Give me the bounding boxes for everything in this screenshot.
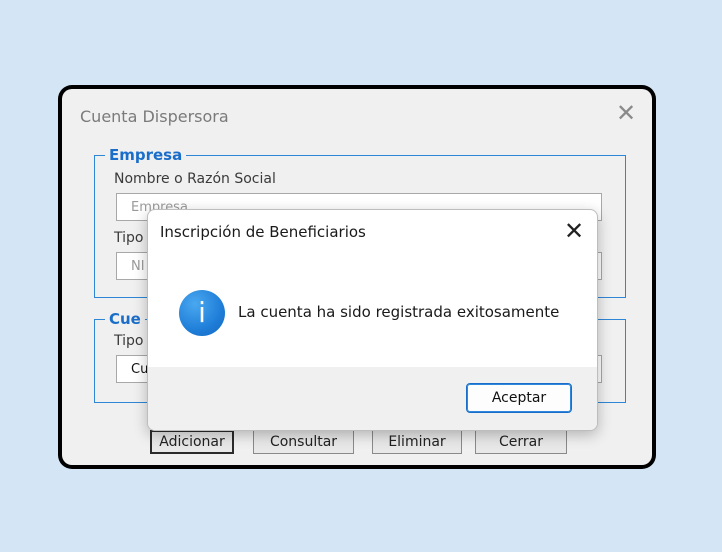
inscripcion-dialog: Inscripción de Beneficiarios ✕ i La cuen… xyxy=(147,209,598,431)
consultar-button[interactable]: Consultar xyxy=(253,430,354,454)
info-icon: i xyxy=(179,290,225,336)
dialog-message: La cuenta ha sido registrada exitosament… xyxy=(238,303,560,321)
cerrar-button[interactable]: Cerrar xyxy=(475,430,567,454)
cuenta-legend: Cue xyxy=(105,309,145,329)
empresa-legend: Empresa xyxy=(105,145,187,165)
dialog-close-icon[interactable]: ✕ xyxy=(562,219,586,243)
nombre-label: Nombre o Razón Social xyxy=(114,171,276,187)
dialog-footer: Aceptar xyxy=(148,367,597,430)
window-title: Cuenta Dispersora xyxy=(80,107,229,126)
dialog-title: Inscripción de Beneficiarios xyxy=(160,223,366,241)
aceptar-button[interactable]: Aceptar xyxy=(466,383,572,413)
eliminar-button[interactable]: Eliminar xyxy=(372,430,462,454)
cuenta-tipo-label: Tipo xyxy=(114,333,144,349)
window-close-icon[interactable]: ✕ xyxy=(614,101,638,125)
adicionar-button[interactable]: Adicionar xyxy=(150,430,234,454)
tipo-label: Tipo xyxy=(114,230,144,246)
